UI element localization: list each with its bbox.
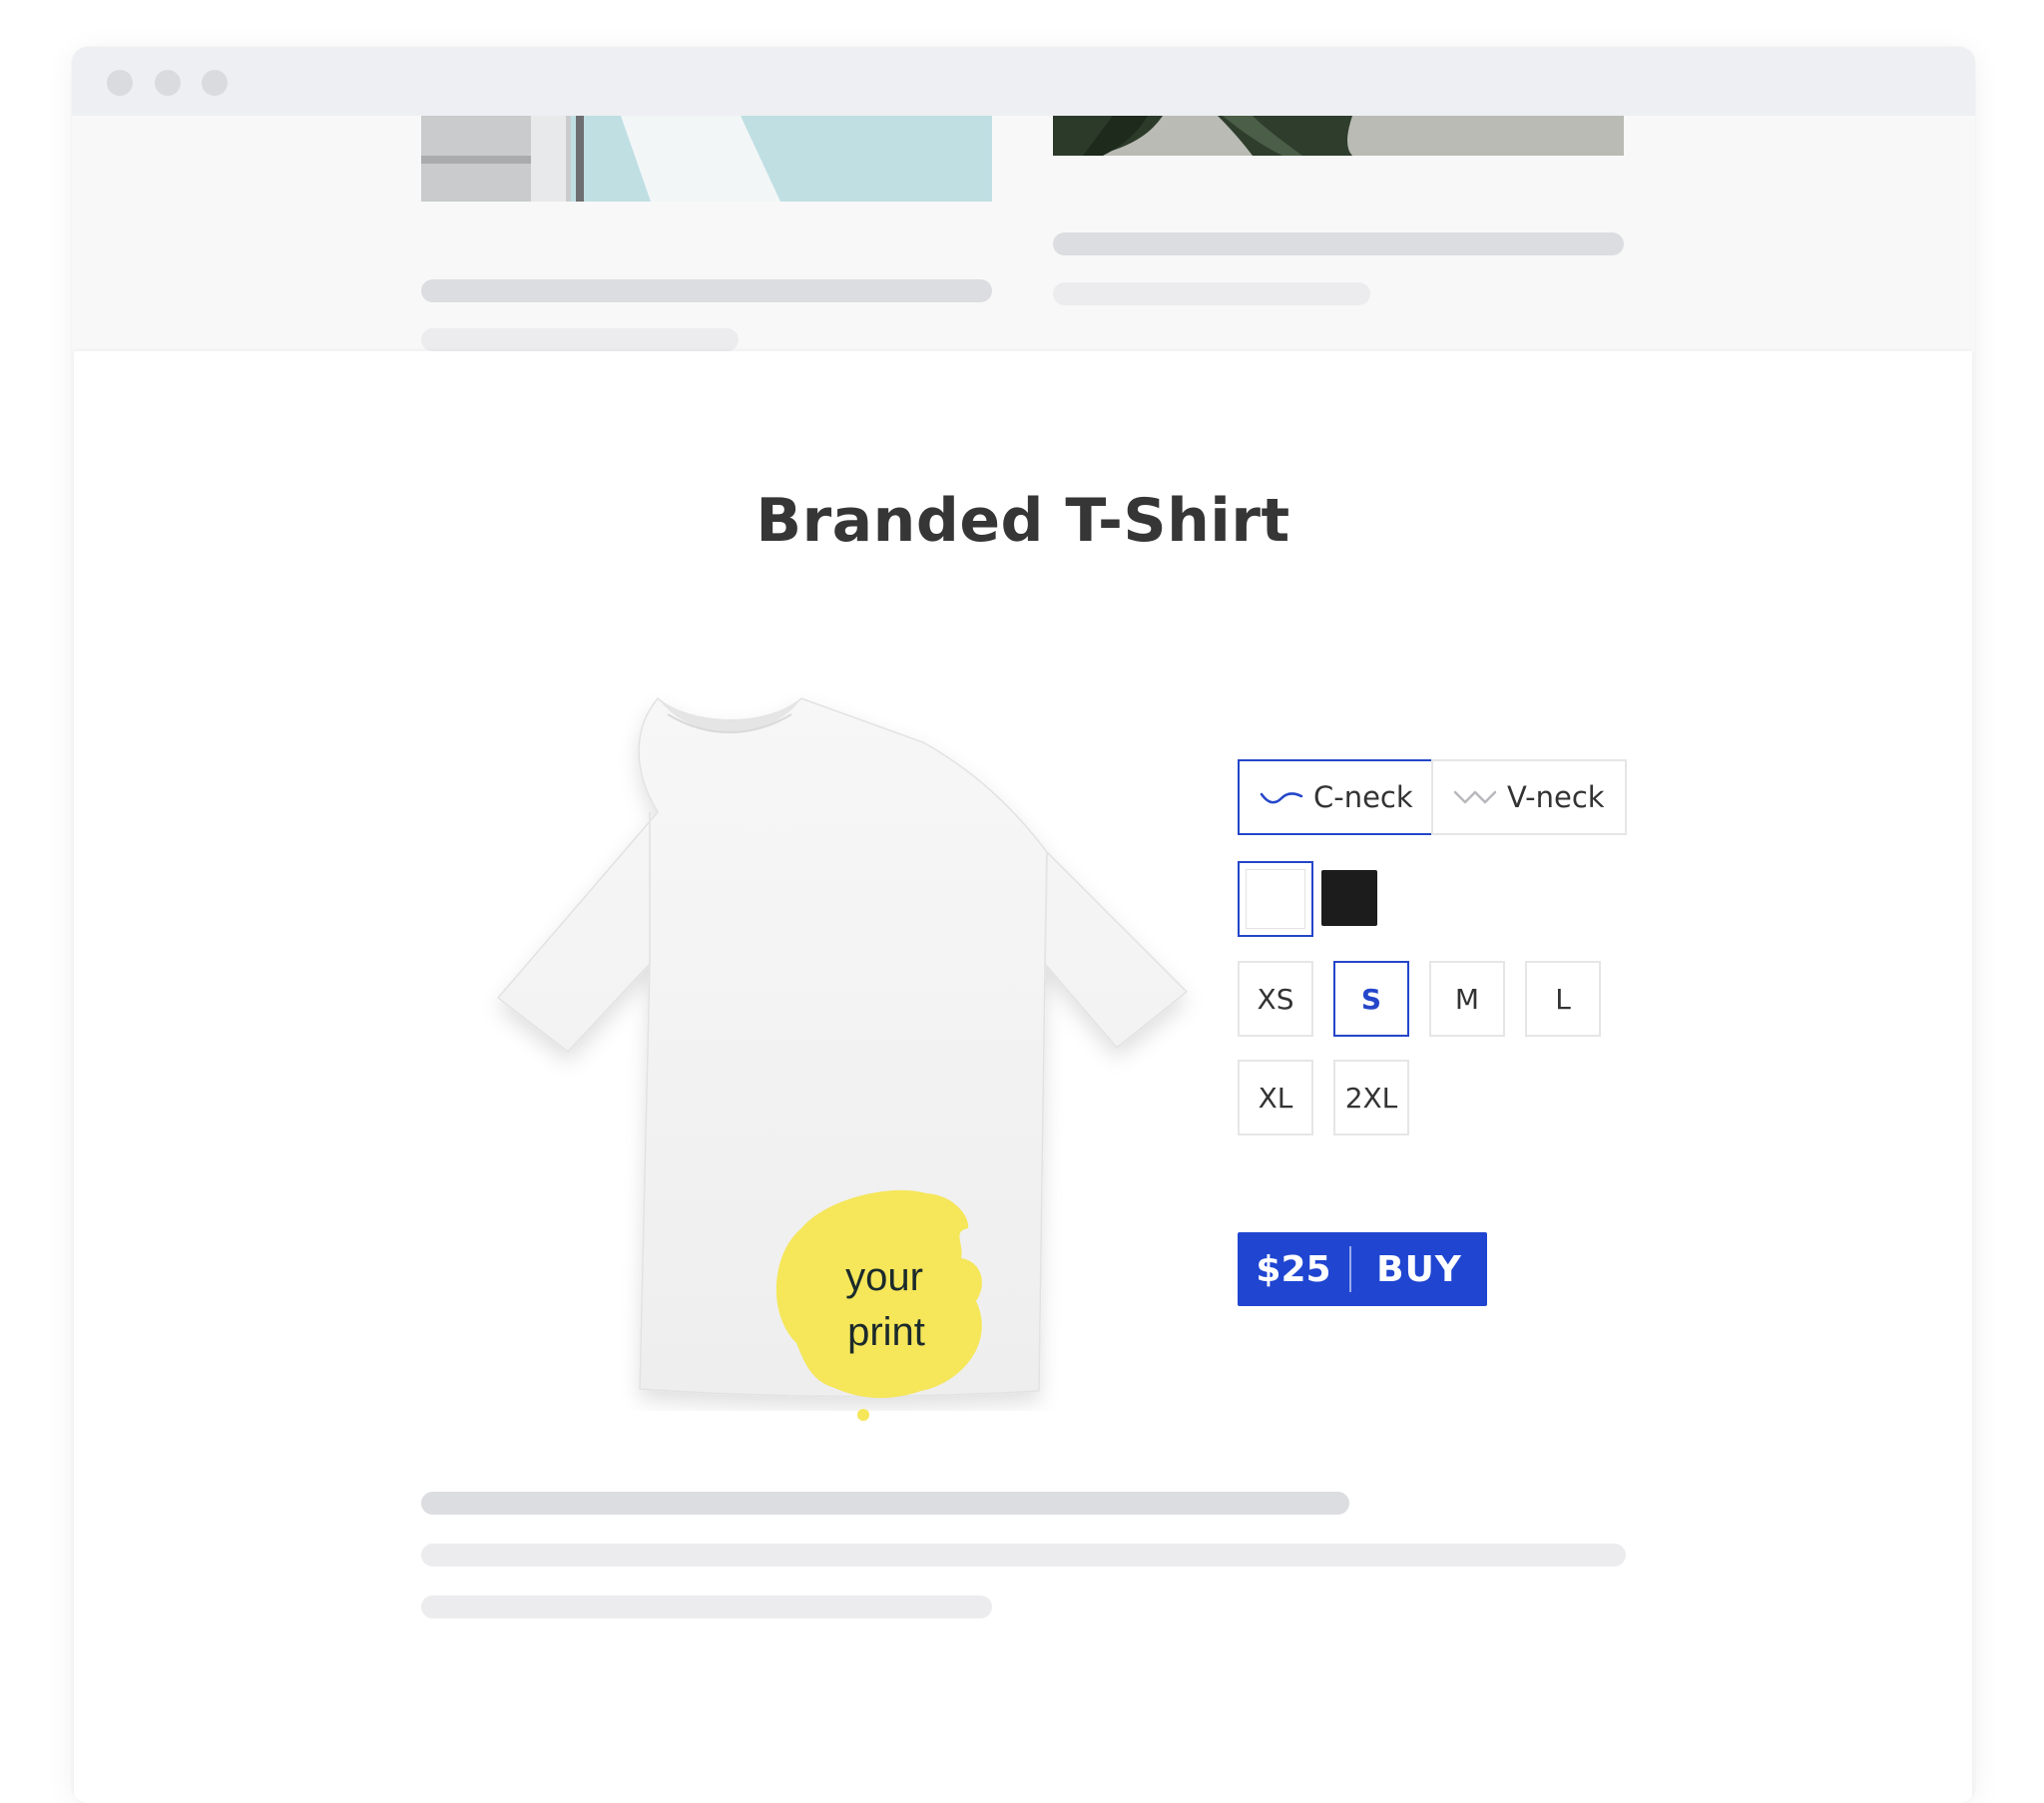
neck-option-label: V-neck [1507, 780, 1605, 814]
neck-option-c-neck[interactable]: C-neck [1238, 759, 1433, 835]
tshirt-image: your print [418, 653, 1237, 1421]
neck-option-label: C-neck [1313, 780, 1413, 814]
window-minimize-button[interactable] [155, 70, 181, 96]
browser-window: Branded T-Shirt your print C-neck V-neck… [72, 47, 1975, 1803]
print-text-print: print [847, 1310, 925, 1354]
placeholder-description-line-1 [421, 1492, 1349, 1515]
product-card: Branded T-Shirt your print C-neck V-neck… [74, 351, 1972, 1803]
related-item-thumbnail-right[interactable] [1053, 116, 1624, 156]
neck-option-v-neck[interactable]: V-neck [1431, 759, 1627, 835]
placeholder-description-line-3 [421, 1595, 992, 1618]
placeholder-title-right [1053, 232, 1624, 255]
print-text-your: your [845, 1255, 923, 1299]
related-item-thumbnail-left[interactable] [421, 116, 992, 202]
size-option-l[interactable]: L [1525, 961, 1601, 1037]
size-option-m[interactable]: M [1429, 961, 1505, 1037]
window-maximize-button[interactable] [202, 70, 228, 96]
product-title: Branded T-Shirt [756, 486, 1290, 556]
window-close-button[interactable] [107, 70, 133, 96]
placeholder-title-left [421, 279, 992, 302]
color-swatch-white-fill [1246, 869, 1305, 929]
color-swatch-white[interactable] [1238, 861, 1313, 937]
v-neck-wave-icon [1453, 790, 1497, 804]
placeholder-text-right [1053, 282, 1370, 305]
size-option-2xl[interactable]: 2XL [1333, 1060, 1409, 1135]
size-option-xs[interactable]: XS [1238, 961, 1313, 1037]
buy-button-label: BUY [1376, 1248, 1462, 1290]
buy-button[interactable]: $25 BUY [1238, 1232, 1487, 1306]
buy-button-price: $25 [1256, 1248, 1331, 1290]
size-option-xl[interactable]: XL [1238, 1060, 1313, 1135]
print-splash-graphic: your print [775, 1189, 982, 1421]
color-swatch-black[interactable] [1321, 870, 1377, 926]
size-option-s[interactable]: S [1333, 961, 1409, 1037]
placeholder-text-left [421, 328, 739, 351]
c-neck-wave-icon [1260, 792, 1303, 804]
placeholder-description-line-2 [421, 1544, 1626, 1567]
window-titlebar [72, 47, 1975, 116]
